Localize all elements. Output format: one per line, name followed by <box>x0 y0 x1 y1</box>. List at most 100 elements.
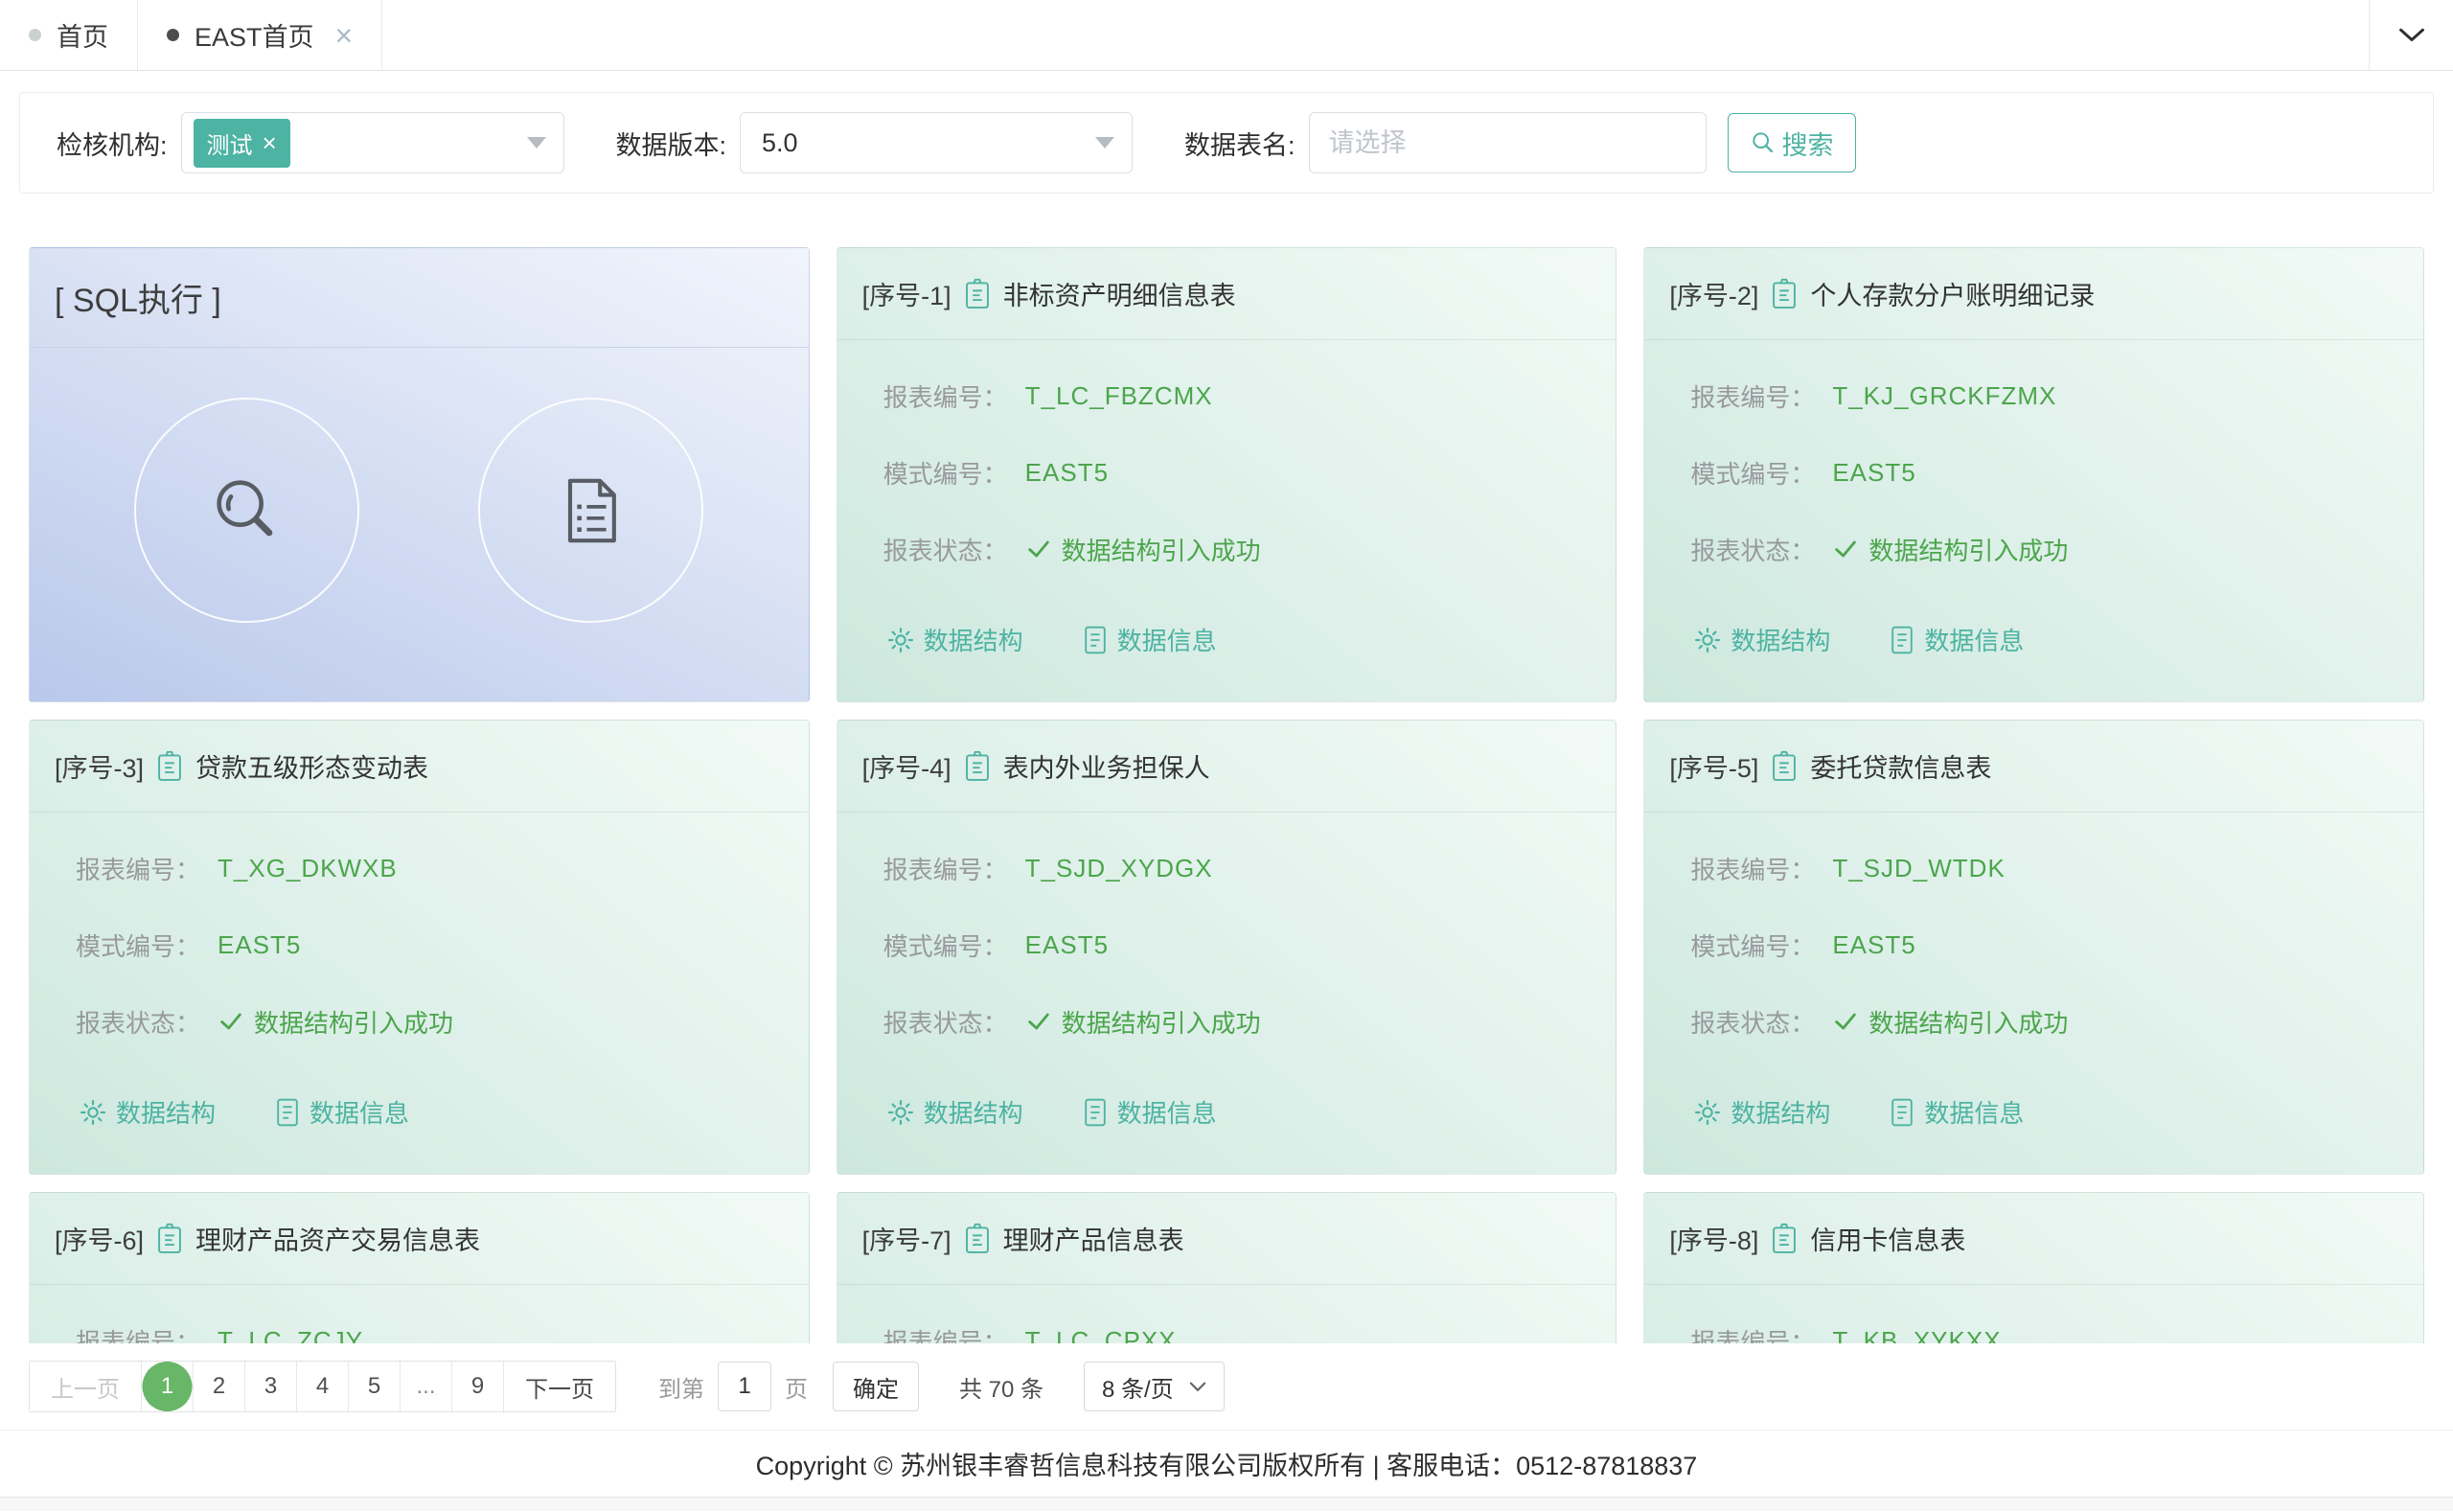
report-no-label: 报表编号： <box>1690 378 1815 414</box>
sql-document-circle[interactable] <box>478 398 703 623</box>
clipboard-icon <box>1770 750 1799 783</box>
data-structure-link[interactable]: 数据结构 <box>1694 622 1830 657</box>
tab-menu-button[interactable] <box>2369 0 2453 70</box>
tag-remove-icon[interactable]: × <box>263 130 277 155</box>
document-icon <box>1890 626 1914 654</box>
search-button-label: 搜索 <box>1782 125 1834 162</box>
page-button-5[interactable]: 5 <box>348 1362 400 1411</box>
data-structure-link[interactable]: 数据结构 <box>1694 1094 1830 1130</box>
bottom-bar: 上一页 12345...9下一页 到第 页 确定 共 70 条 8 条/页 Co… <box>0 1343 2453 1512</box>
schema-no-label: 模式编号： <box>883 928 1008 963</box>
version-select[interactable]: 5.0 <box>740 112 1133 173</box>
report-no-value: T_SJD_XYDGX <box>1025 854 1213 883</box>
status-value: 数据结构引入成功 <box>1025 1004 1261 1040</box>
sql-exec-card: [ SQL执行 ] <box>29 247 810 702</box>
card-title: 信用卡信息表 <box>1810 1220 1965 1257</box>
schema-no-label: 模式编号： <box>76 928 200 963</box>
search-button[interactable]: 搜索 <box>1728 113 1856 172</box>
card-grid: [ SQL执行 ] <box>29 247 2424 1512</box>
data-structure-label: 数据结构 <box>1731 1094 1830 1130</box>
card-title: 理财产品信息表 <box>1003 1220 1184 1257</box>
data-info-link[interactable]: 数据信息 <box>1083 1094 1217 1130</box>
schema-no-value: EAST5 <box>1832 458 1915 488</box>
data-info-label: 数据信息 <box>309 1094 409 1130</box>
data-info-label: 数据信息 <box>1924 1094 2024 1130</box>
check-icon <box>1025 1008 1052 1035</box>
chevron-down-icon <box>1189 1382 1206 1392</box>
page-button-3[interactable]: 3 <box>244 1362 296 1411</box>
next-page-button[interactable]: 下一页 <box>503 1362 615 1411</box>
card-title: 委托贷款信息表 <box>1810 747 1991 785</box>
data-structure-link[interactable]: 数据结构 <box>887 622 1023 657</box>
card-title: 贷款五级形态变动表 <box>195 747 428 785</box>
status-value: 数据结构引入成功 <box>1832 1004 2068 1040</box>
page-button-1[interactable]: 1 <box>141 1362 193 1411</box>
prev-page-button[interactable]: 上一页 <box>30 1362 141 1411</box>
data-structure-label: 数据结构 <box>1731 622 1830 657</box>
document-icon <box>275 1098 300 1127</box>
document-icon <box>549 469 633 553</box>
status-text: 数据结构引入成功 <box>1062 1004 1261 1040</box>
page-button-4[interactable]: 4 <box>296 1362 348 1411</box>
schema-no-value: EAST5 <box>1025 930 1109 960</box>
table-card: [序号-2] 个人存款分户账明细记录 报表编号： T_KJ_GRCKFZMX 模… <box>1643 247 2424 702</box>
report-no-label: 报表编号： <box>76 851 200 886</box>
close-icon[interactable]: × <box>335 20 354 51</box>
filter-panel: 检核机构: 测试 × 数据版本: 5.0 数据表名: 搜索 <box>19 92 2434 194</box>
org-tag[interactable]: 测试 × <box>194 119 290 168</box>
tab-east-home[interactable]: EAST首页 × <box>138 0 382 70</box>
card-header: [序号-3] 贷款五级形态变动表 <box>30 721 809 813</box>
report-no-value: T_KJ_GRCKFZMX <box>1832 381 2056 411</box>
org-select[interactable]: 测试 × <box>181 112 564 173</box>
tabbar: 首页 EAST首页 × <box>0 0 2453 71</box>
clipboard-icon <box>963 1223 992 1255</box>
status-text: 数据结构引入成功 <box>1868 1004 2068 1040</box>
gear-icon <box>80 1099 106 1126</box>
card-title: 理财产品资产交易信息表 <box>195 1220 480 1257</box>
card-seq: [序号-2] <box>1669 275 1758 312</box>
page-group: 上一页 12345...9下一页 <box>29 1361 616 1412</box>
sql-search-circle[interactable] <box>134 398 359 623</box>
check-icon <box>218 1008 244 1035</box>
card-header: [序号-6] 理财产品资产交易信息表 <box>30 1193 809 1285</box>
table-card: [序号-3] 贷款五级形态变动表 报表编号： T_XG_DKWXB 模式编号： … <box>29 720 810 1175</box>
tab-status-dot <box>167 29 179 41</box>
data-info-link[interactable]: 数据信息 <box>1890 1094 2024 1130</box>
clipboard-icon <box>155 750 184 783</box>
table-card: [序号-1] 非标资产明细信息表 报表编号： T_LC_FBZCMX 模式编号：… <box>837 247 1617 702</box>
data-info-label: 数据信息 <box>1117 622 1217 657</box>
clipboard-icon <box>963 750 992 783</box>
data-structure-link[interactable]: 数据结构 <box>887 1094 1023 1130</box>
goto-page-input[interactable] <box>718 1362 771 1411</box>
tab-home[interactable]: 首页 <box>0 0 138 70</box>
org-tag-label: 测试 <box>207 126 253 160</box>
tab-home-label: 首页 <box>57 16 108 54</box>
data-info-link[interactable]: 数据信息 <box>1083 622 1217 657</box>
goto-confirm-button[interactable]: 确定 <box>833 1362 919 1411</box>
table-name-input[interactable] <box>1309 112 1707 173</box>
card-header: [序号-1] 非标资产明细信息表 <box>837 248 1616 340</box>
page-button-2[interactable]: 2 <box>193 1362 244 1411</box>
caret-down-icon <box>1095 137 1114 149</box>
schema-no-label: 模式编号： <box>1690 455 1815 491</box>
version-filter-label: 数据版本: <box>616 125 727 162</box>
status-text: 数据结构引入成功 <box>1868 532 2068 567</box>
page-size-value: 8 条/页 <box>1102 1370 1174 1404</box>
page-button-9[interactable]: 9 <box>451 1362 503 1411</box>
data-info-link[interactable]: 数据信息 <box>1890 622 2024 657</box>
report-no-label: 报表编号： <box>883 851 1008 886</box>
data-structure-label: 数据结构 <box>116 1094 216 1130</box>
status-label: 报表状态： <box>883 1004 1008 1040</box>
card-title: 非标资产明细信息表 <box>1003 275 1236 312</box>
data-info-link[interactable]: 数据信息 <box>275 1094 409 1130</box>
card-header: [序号-7] 理财产品信息表 <box>837 1193 1616 1285</box>
report-no-value: T_LC_FBZCMX <box>1025 381 1213 411</box>
table-card: [序号-5] 委托贷款信息表 报表编号： T_SJD_WTDK 模式编号： EA… <box>1643 720 2424 1175</box>
data-structure-link[interactable]: 数据结构 <box>80 1094 216 1130</box>
check-icon <box>1025 536 1052 562</box>
bottom-strip <box>0 1497 2453 1511</box>
status-text: 数据结构引入成功 <box>1062 532 1261 567</box>
table-card: [序号-4] 表内外业务担保人 报表编号： T_SJD_XYDGX 模式编号： … <box>837 720 1617 1175</box>
table-name-label: 数据表名: <box>1184 125 1295 162</box>
page-size-select[interactable]: 8 条/页 <box>1084 1362 1225 1411</box>
